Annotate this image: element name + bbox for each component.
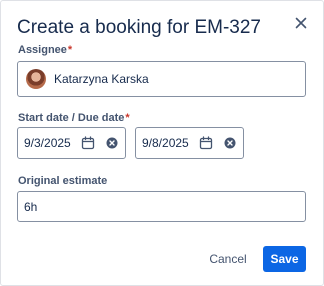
- avatar: [26, 69, 46, 89]
- clear-icon[interactable]: [223, 136, 237, 150]
- start-date-value: 9/3/2025: [24, 136, 71, 150]
- cancel-button[interactable]: Cancel: [203, 247, 253, 271]
- assignee-name: Katarzyna Karska: [54, 72, 149, 86]
- save-button[interactable]: Save: [263, 246, 306, 272]
- required-marker: *: [125, 112, 130, 124]
- assignee-label-text: Assignee: [18, 44, 67, 56]
- estimate-input[interactable]: 6h: [17, 191, 306, 222]
- assignee-select[interactable]: Katarzyna Karska: [17, 61, 306, 97]
- calendar-icon[interactable]: [81, 136, 95, 150]
- due-date-field[interactable]: 9/8/2025: [135, 127, 244, 159]
- dates-label-text: Start date / Due date: [18, 112, 125, 124]
- create-booking-dialog: Create a booking for EM-327 Assignee* Ka…: [0, 0, 324, 286]
- estimate-value: 6h: [24, 199, 38, 214]
- close-button[interactable]: [291, 13, 311, 33]
- assignee-label: Assignee*: [18, 44, 72, 56]
- estimate-label: Original estimate: [18, 175, 108, 187]
- calendar-icon[interactable]: [199, 136, 213, 150]
- dialog-title: Create a booking for EM-327: [17, 17, 261, 38]
- start-date-field[interactable]: 9/3/2025: [17, 127, 126, 159]
- dates-label: Start date / Due date*: [18, 112, 130, 124]
- required-marker: *: [67, 44, 73, 56]
- due-date-value: 9/8/2025: [142, 136, 189, 150]
- clear-icon[interactable]: [105, 136, 119, 150]
- close-icon: [295, 17, 307, 29]
